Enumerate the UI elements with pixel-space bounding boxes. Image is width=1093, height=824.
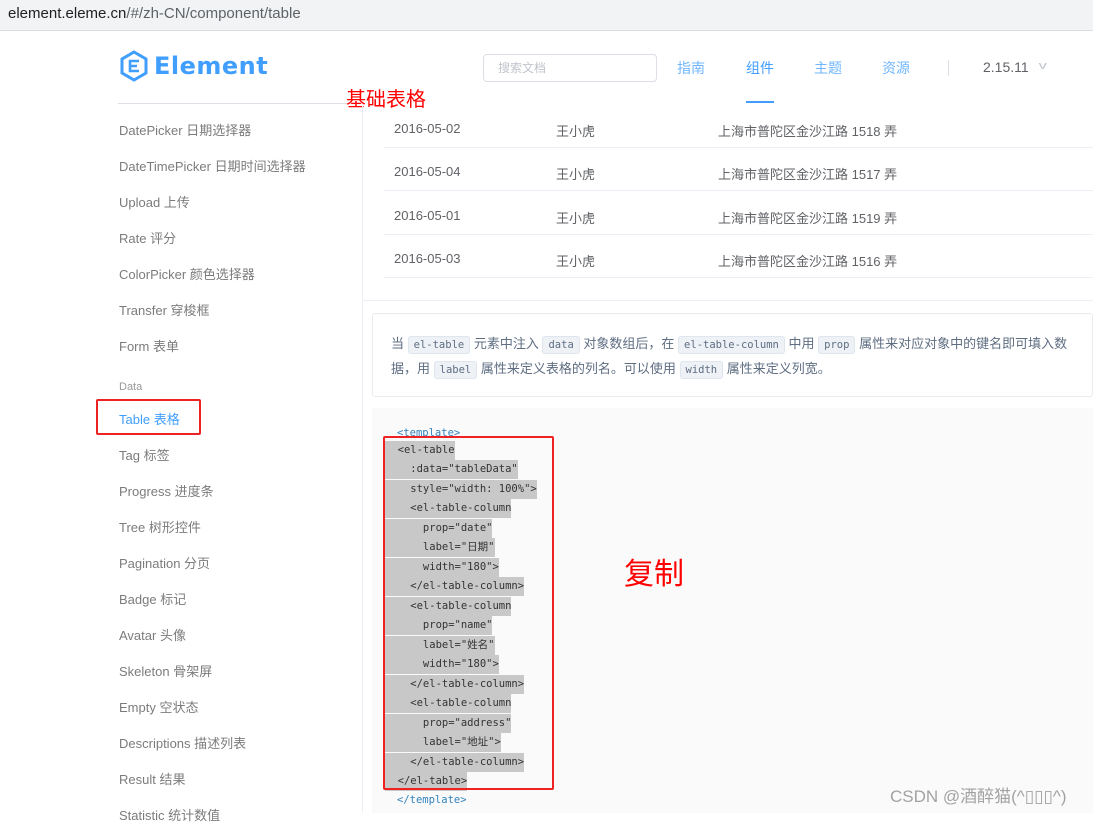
nav-guide[interactable]: 指南 xyxy=(677,58,705,78)
cell-name: 王小虎 xyxy=(556,124,596,139)
table-row: 2016-05-04 王小虎 上海市普陀区金沙江路 1517 弄 xyxy=(384,148,1093,191)
sidebar-item-statistic[interactable]: Statistic 统计数值 xyxy=(119,805,220,824)
cell-date: 2016-05-03 xyxy=(394,251,461,266)
cell-address: 上海市普陀区金沙江路 1519 弄 xyxy=(718,211,898,226)
version-select[interactable]: 2.15.11 xyxy=(983,59,1029,75)
watermark: CSDN @酒醉猫(^▯▯▯^) xyxy=(890,787,1067,806)
sidebar-item-tree[interactable]: Tree 树形控件 xyxy=(119,517,201,536)
sidebar-item-progress[interactable]: Progress 进度条 xyxy=(119,481,214,500)
table-row: 2016-05-01 王小虎 上海市普陀区金沙江路 1519 弄 xyxy=(384,192,1093,235)
sidebar-divider xyxy=(362,104,363,813)
active-nav-indicator xyxy=(746,101,774,103)
description-block: 当 el-table 元素中注入 data 对象数组后，在 el-table-c… xyxy=(372,313,1093,397)
demo-divider xyxy=(362,300,1093,301)
sidebar-group-data: Data xyxy=(119,381,143,393)
annotation-highlight-box xyxy=(96,399,201,435)
table-row: 2016-05-02 王小虎 上海市普陀区金沙江路 1518 弄 xyxy=(384,105,1093,148)
code-el-table: el-table xyxy=(407,336,471,354)
sidebar-item-pagination[interactable]: Pagination 分页 xyxy=(119,553,210,572)
sidebar-item-colorpicker[interactable]: ColorPicker 颜色选择器 xyxy=(119,264,255,283)
nav-component[interactable]: 组件 xyxy=(746,58,774,78)
cell-address: 上海市普陀区金沙江路 1518 弄 xyxy=(718,124,898,139)
browser-address-bar[interactable]: element.eleme.cn/#/zh-CN/component/table xyxy=(0,0,1093,31)
cell-date: 2016-05-01 xyxy=(394,208,461,223)
nav-divider xyxy=(948,60,949,76)
cell-date: 2016-05-04 xyxy=(394,164,461,179)
sidebar-item-datepicker[interactable]: DatePicker 日期选择器 xyxy=(119,120,251,139)
annotation-copy: 复制 xyxy=(624,557,684,592)
code-prop: prop xyxy=(818,336,856,354)
cell-name: 王小虎 xyxy=(556,254,596,269)
cell-address: 上海市普陀区金沙江路 1517 弄 xyxy=(718,167,898,182)
nav-resource[interactable]: 资源 xyxy=(882,58,910,78)
code-el-table-column: el-table-column xyxy=(678,336,785,354)
element-logo-icon xyxy=(120,50,148,82)
code-data: data xyxy=(542,336,580,354)
annotation-copy-box xyxy=(383,436,554,790)
table-row: 2016-05-03 王小虎 上海市普陀区金沙江路 1516 弄 xyxy=(384,235,1093,278)
logo-text: Element xyxy=(154,52,269,80)
sidebar-item-badge[interactable]: Badge 标记 xyxy=(119,589,186,608)
sidebar-item-transfer[interactable]: Transfer 穿梭框 xyxy=(119,300,210,319)
sidebar-item-empty[interactable]: Empty 空状态 xyxy=(119,697,198,716)
cell-date: 2016-05-02 xyxy=(394,121,461,136)
code-label: label xyxy=(433,361,478,379)
cell-address: 上海市普陀区金沙江路 1516 弄 xyxy=(718,254,898,269)
chevron-down-icon[interactable]: v xyxy=(1039,60,1047,72)
url-text[interactable]: element.eleme.cn/#/zh-CN/component/table xyxy=(8,5,301,22)
cell-name: 王小虎 xyxy=(556,167,596,182)
sidebar-item-skeleton[interactable]: Skeleton 骨架屏 xyxy=(119,661,212,680)
sidebar-item-datetimepicker[interactable]: DateTimePicker 日期时间选择器 xyxy=(119,156,306,175)
search-input[interactable] xyxy=(484,55,656,81)
nav-theme[interactable]: 主题 xyxy=(814,58,842,78)
sidebar-item-descriptions[interactable]: Descriptions 描述列表 xyxy=(119,733,246,752)
sidebar-item-rate[interactable]: Rate 评分 xyxy=(119,228,176,247)
code-line: </template> xyxy=(397,794,467,806)
sidebar-item-tag[interactable]: Tag 标签 xyxy=(119,445,170,464)
code-width: width xyxy=(679,361,724,379)
sidebar-item-result[interactable]: Result 结果 xyxy=(119,769,185,788)
logo[interactable]: Element xyxy=(118,50,268,82)
sidebar-item-avatar[interactable]: Avatar 头像 xyxy=(119,625,186,644)
sidebar-item-upload[interactable]: Upload 上传 xyxy=(119,192,190,211)
cell-name: 王小虎 xyxy=(556,211,596,226)
sidebar-item-form[interactable]: Form 表单 xyxy=(119,336,179,355)
search-box[interactable] xyxy=(483,54,657,82)
